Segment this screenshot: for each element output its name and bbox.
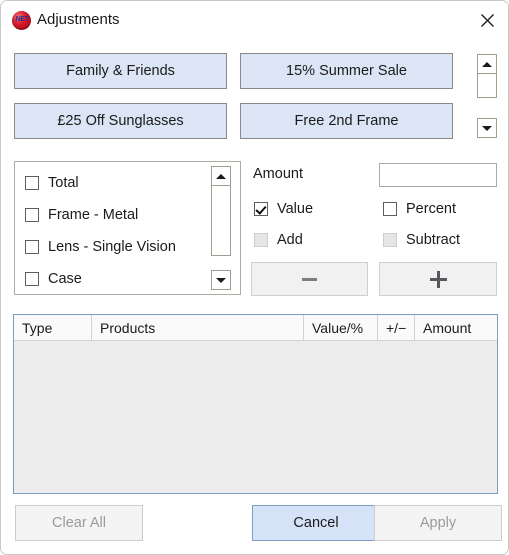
dotnet-icon-label: .NET bbox=[14, 16, 29, 23]
checkbox-subtract bbox=[383, 233, 397, 247]
checklist-scroll-up-button[interactable] bbox=[211, 166, 231, 186]
clear-all-button[interactable]: Clear All bbox=[15, 505, 143, 541]
increment-button[interactable] bbox=[379, 262, 497, 296]
checklist-item-label: Frame - Metal bbox=[48, 207, 139, 223]
checklist-item-label: Case bbox=[48, 271, 82, 287]
amount-label: Amount bbox=[253, 166, 303, 182]
triangle-up-icon bbox=[216, 173, 226, 179]
column-header-amount[interactable]: Amount bbox=[415, 315, 493, 340]
plus-icon bbox=[429, 270, 447, 288]
option-percent[interactable]: Percent bbox=[383, 199, 456, 219]
adjustments-dialog: .NET Adjustments Family & Friends 15% Su… bbox=[0, 0, 509, 555]
option-label: Value bbox=[277, 201, 314, 217]
checklist-scrollbar-thumb[interactable] bbox=[211, 186, 231, 256]
checklist-scroll-down-button[interactable] bbox=[211, 270, 231, 290]
decrement-button[interactable] bbox=[251, 262, 368, 296]
title-bar: .NET Adjustments bbox=[1, 1, 508, 39]
checklist-item-total[interactable]: Total bbox=[25, 173, 79, 193]
preset-button-off-sunglasses[interactable]: £25 Off Sunglasses bbox=[14, 103, 227, 139]
checklist-item-case[interactable]: Case bbox=[25, 269, 82, 289]
triangle-down-icon bbox=[216, 277, 226, 283]
close-icon[interactable] bbox=[470, 5, 504, 35]
checkbox-value[interactable] bbox=[254, 202, 268, 216]
checkbox-frame-metal[interactable] bbox=[25, 208, 39, 222]
dotnet-icon: .NET bbox=[12, 11, 31, 30]
cancel-button[interactable]: Cancel bbox=[252, 505, 380, 541]
table-body bbox=[14, 341, 497, 493]
checklist-item-frame-metal[interactable]: Frame - Metal bbox=[25, 205, 138, 225]
table-header-row: Type Products Value/% +/− Amount bbox=[14, 315, 497, 341]
column-header-value[interactable]: Value/% bbox=[304, 315, 378, 340]
preset-button-free-2nd-frame[interactable]: Free 2nd Frame bbox=[240, 103, 453, 139]
window-title: Adjustments bbox=[37, 11, 120, 28]
adjustments-table: Type Products Value/% +/− Amount bbox=[13, 314, 498, 494]
preset-scroll-down-button[interactable] bbox=[477, 118, 497, 138]
triangle-down-icon bbox=[482, 125, 492, 131]
option-label: Percent bbox=[406, 201, 456, 217]
preset-button-summer-sale[interactable]: 15% Summer Sale bbox=[240, 53, 453, 89]
option-subtract: Subtract bbox=[383, 230, 460, 250]
option-label: Add bbox=[277, 232, 303, 248]
preset-scroll-up-button[interactable] bbox=[477, 54, 497, 74]
triangle-up-icon bbox=[482, 61, 492, 67]
option-value[interactable]: Value bbox=[254, 199, 313, 219]
checkbox-lens-single-vision[interactable] bbox=[25, 240, 39, 254]
checklist-item-label: Lens - Single Vision bbox=[48, 239, 176, 255]
column-header-sign[interactable]: +/− bbox=[378, 315, 415, 340]
option-label: Subtract bbox=[406, 232, 460, 248]
checklist-item-label: Total bbox=[48, 175, 79, 191]
checkbox-percent[interactable] bbox=[383, 202, 397, 216]
checkbox-add bbox=[254, 233, 268, 247]
column-header-type[interactable]: Type bbox=[14, 315, 92, 340]
product-checklist: Total Frame - Metal Lens - Single Vision… bbox=[14, 161, 241, 295]
option-add: Add bbox=[254, 230, 303, 250]
column-header-products[interactable]: Products bbox=[92, 315, 304, 340]
preset-button-family-friends[interactable]: Family & Friends bbox=[14, 53, 227, 89]
apply-button[interactable]: Apply bbox=[374, 505, 502, 541]
minus-icon bbox=[302, 277, 317, 281]
checkbox-total[interactable] bbox=[25, 176, 39, 190]
amount-input[interactable] bbox=[379, 163, 497, 187]
checkbox-case[interactable] bbox=[25, 272, 39, 286]
checklist-item-lens-single-vision[interactable]: Lens - Single Vision bbox=[25, 237, 176, 257]
preset-scrollbar-thumb[interactable] bbox=[477, 74, 497, 98]
